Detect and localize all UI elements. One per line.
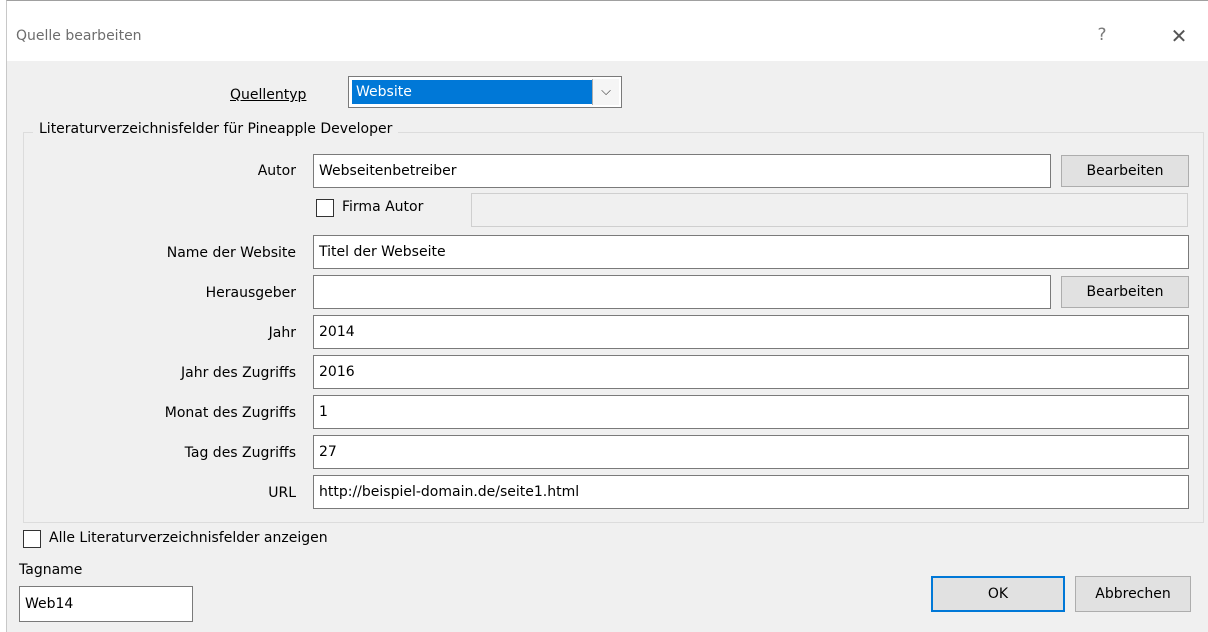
tag-name-field[interactable]: Web14 <box>19 586 193 622</box>
source-type-label: Quellentyp <box>230 87 307 103</box>
source-type-dropdown[interactable]: Website ⌵ <box>348 76 622 108</box>
url-label: URL <box>268 485 296 501</box>
close-icon[interactable]: ✕ <box>1164 21 1194 51</box>
website-name-field[interactable]: Titel der Webseite <box>313 235 1189 269</box>
url-field[interactable]: http://beispiel-domain.de/seite1.html <box>313 475 1189 509</box>
edit-source-dialog: Quelle bearbeiten ? ✕ Quellentyp Website… <box>6 0 1208 632</box>
author-label: Autor <box>257 163 296 179</box>
corporate-author-field <box>471 193 1188 227</box>
year-field[interactable]: 2014 <box>313 315 1189 349</box>
month-accessed-label: Monat des Zugriffs <box>164 405 296 421</box>
publisher-edit-button[interactable]: Bearbeiten <box>1061 276 1189 308</box>
ok-button[interactable]: OK <box>931 576 1065 612</box>
publisher-field[interactable] <box>313 275 1051 309</box>
show-all-fields-label: Alle Literaturverzeichnisfelder anzeigen <box>49 530 328 546</box>
year-accessed-label: Jahr des Zugriffs <box>181 365 296 381</box>
author-edit-button[interactable]: Bearbeiten <box>1061 155 1189 187</box>
publisher-label: Herausgeber <box>205 285 296 301</box>
show-all-fields-checkbox[interactable] <box>23 530 41 548</box>
chevron-down-icon[interactable]: ⌵ <box>592 79 619 105</box>
bibliography-fields-group-title: Literaturverzeichnisfelder für Pineapple… <box>33 121 399 137</box>
day-accessed-label: Tag des Zugriffs <box>184 445 296 461</box>
year-accessed-field[interactable]: 2016 <box>313 355 1189 389</box>
author-field[interactable]: Webseitenbetreiber <box>313 154 1051 188</box>
day-accessed-field[interactable]: 27 <box>313 435 1189 469</box>
corporate-author-label: Firma Autor <box>342 199 424 215</box>
dialog-title: Quelle bearbeiten <box>16 28 142 44</box>
year-label: Jahr <box>268 325 296 341</box>
title-bar: Quelle bearbeiten ? ✕ <box>7 1 1208 61</box>
cancel-button[interactable]: Abbrechen <box>1075 576 1191 612</box>
corporate-author-checkbox[interactable] <box>316 199 334 217</box>
source-type-value: Website <box>352 80 592 104</box>
tag-name-label: Tagname <box>19 562 83 578</box>
month-accessed-field[interactable]: 1 <box>313 395 1189 429</box>
website-name-label: Name der Website <box>166 245 296 261</box>
help-icon[interactable]: ? <box>1088 21 1116 49</box>
